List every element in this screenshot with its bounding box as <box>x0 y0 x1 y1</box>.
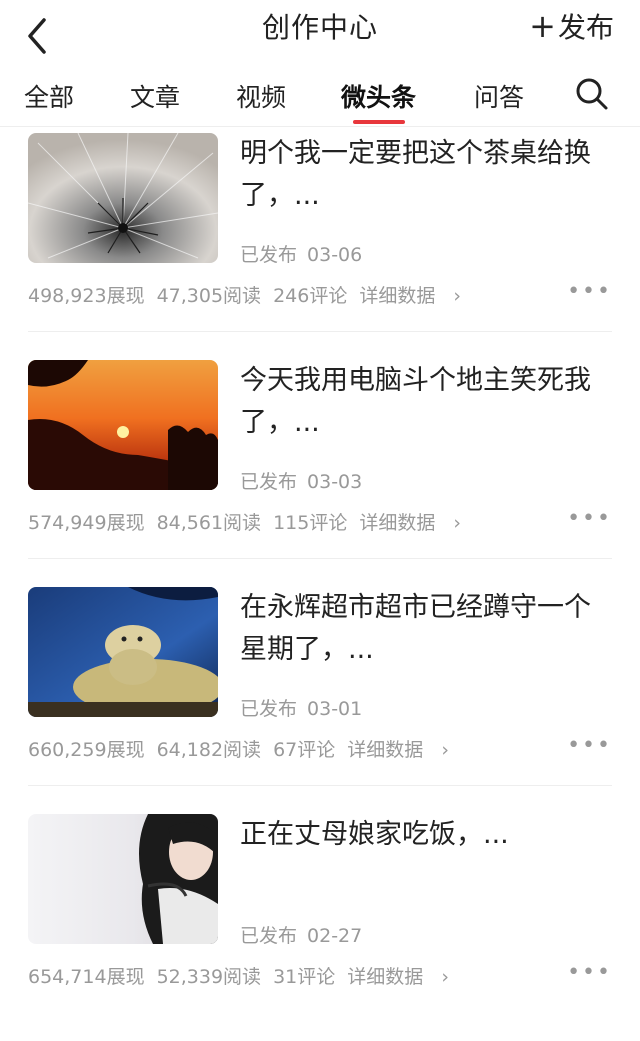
status-label: 已发布 <box>240 925 298 947</box>
tab-all[interactable]: 全部 <box>24 78 74 114</box>
search-icon <box>576 78 608 110</box>
publish-date: 02-27 <box>307 925 363 947</box>
status-label: 已发布 <box>240 471 298 493</box>
publish-status: 已发布 02-27 <box>240 921 362 948</box>
comments-count: 67评论 <box>273 739 336 761</box>
divider <box>28 558 612 559</box>
detail-data-label: 详细数据 <box>359 512 436 534</box>
item-stats: 660,259展现 64,182阅读 67评论 详细数据 › <box>28 735 473 762</box>
publish-status: 已发布 03-01 <box>240 694 362 721</box>
list-item[interactable]: 今天我用电脑斗个地主笑死我了，... 已发布 03-03 574,949展现 84,… <box>0 360 640 587</box>
status-label: 已发布 <box>240 698 298 720</box>
item-title[interactable]: 明个我一定要把这个茶桌给换了，... <box>240 133 612 217</box>
tab-videos[interactable]: 视频 <box>236 78 286 114</box>
reads-count: 84,561阅读 <box>156 512 262 534</box>
tab-qa[interactable]: 问答 <box>474 78 524 114</box>
plus-icon: + <box>529 7 556 45</box>
reads-count: 47,305阅读 <box>156 285 262 307</box>
thumbnail-image <box>28 587 218 717</box>
item-stats: 654,714展现 52,339阅读 31评论 详细数据 › <box>28 962 473 989</box>
thumbnail-image <box>28 814 218 944</box>
comments-count: 31评论 <box>273 966 336 988</box>
impressions-count: 574,949展现 <box>28 512 145 534</box>
ellipsis-icon: ••• <box>567 279 612 304</box>
tab-micro-headlines[interactable]: 微头条 <box>341 78 416 114</box>
ellipsis-icon: ••• <box>567 733 612 758</box>
publish-status: 已发布 03-06 <box>240 240 362 267</box>
thumbnail-image <box>28 133 218 263</box>
chevron-right-icon: › <box>441 739 449 761</box>
tab-articles[interactable]: 文章 <box>130 78 180 114</box>
impressions-count: 498,923展现 <box>28 285 145 307</box>
more-options-button[interactable]: ••• <box>567 279 612 304</box>
publish-date: 03-06 <box>307 244 363 266</box>
item-title[interactable]: 正在丈母娘家吃饭，... <box>240 814 612 856</box>
publish-label: 发布 <box>557 11 614 44</box>
publish-date: 03-03 <box>307 471 363 493</box>
list-item[interactable]: 正在丈母娘家吃饭，... 已发布 02-27 654,714展现 52,339阅读 3… <box>0 814 640 1041</box>
item-stats: 498,923展现 47,305阅读 246评论 详细数据 › <box>28 281 485 308</box>
list-item[interactable]: 在永辉超市超市已经蹲守一个星期了，... 已发布 03-01 660,259展现 6… <box>0 587 640 814</box>
detail-data-label: 详细数据 <box>359 285 436 307</box>
detail-data-label: 详细数据 <box>347 966 424 988</box>
thumbnail-image <box>28 360 218 490</box>
more-options-button[interactable]: ••• <box>567 506 612 531</box>
search-button[interactable] <box>574 76 610 112</box>
impressions-count: 660,259展现 <box>28 739 145 761</box>
publish-button[interactable]: + 发布 <box>529 6 614 46</box>
reads-count: 52,339阅读 <box>156 966 262 988</box>
comments-count: 246评论 <box>273 285 348 307</box>
top-bar: 创作中心 + 发布 <box>0 0 640 62</box>
detail-data-link[interactable]: 详细数据 › <box>347 966 461 988</box>
publish-date: 03-01 <box>307 698 363 720</box>
comments-count: 115评论 <box>273 512 348 534</box>
status-label: 已发布 <box>240 244 298 266</box>
more-options-button[interactable]: ••• <box>567 960 612 985</box>
category-tabs: 全部 文章 视频 微头条 问答 <box>0 62 640 127</box>
chevron-right-icon: › <box>453 512 461 534</box>
chevron-right-icon: › <box>441 966 449 988</box>
publish-status: 已发布 03-03 <box>240 467 362 494</box>
reads-count: 64,182阅读 <box>156 739 262 761</box>
detail-data-link[interactable]: 详细数据 › <box>359 285 473 307</box>
detail-data-link[interactable]: 详细数据 › <box>347 739 461 761</box>
divider <box>28 785 612 786</box>
detail-data-label: 详细数据 <box>347 739 424 761</box>
active-tab-indicator <box>353 120 405 124</box>
ellipsis-icon: ••• <box>567 506 612 531</box>
more-options-button[interactable]: ••• <box>567 733 612 758</box>
chevron-right-icon: › <box>453 285 461 307</box>
detail-data-link[interactable]: 详细数据 › <box>359 512 473 534</box>
ellipsis-icon: ••• <box>567 960 612 985</box>
impressions-count: 654,714展现 <box>28 966 145 988</box>
item-title[interactable]: 今天我用电脑斗个地主笑死我了，... <box>240 360 612 444</box>
item-title[interactable]: 在永辉超市超市已经蹲守一个星期了，... <box>240 587 612 671</box>
item-stats: 574,949展现 84,561阅读 115评论 详细数据 › <box>28 508 485 535</box>
list-item[interactable]: 明个我一定要把这个茶桌给换了，... 已发布 03-06 498,923展现 47,… <box>0 133 640 360</box>
divider <box>28 331 612 332</box>
